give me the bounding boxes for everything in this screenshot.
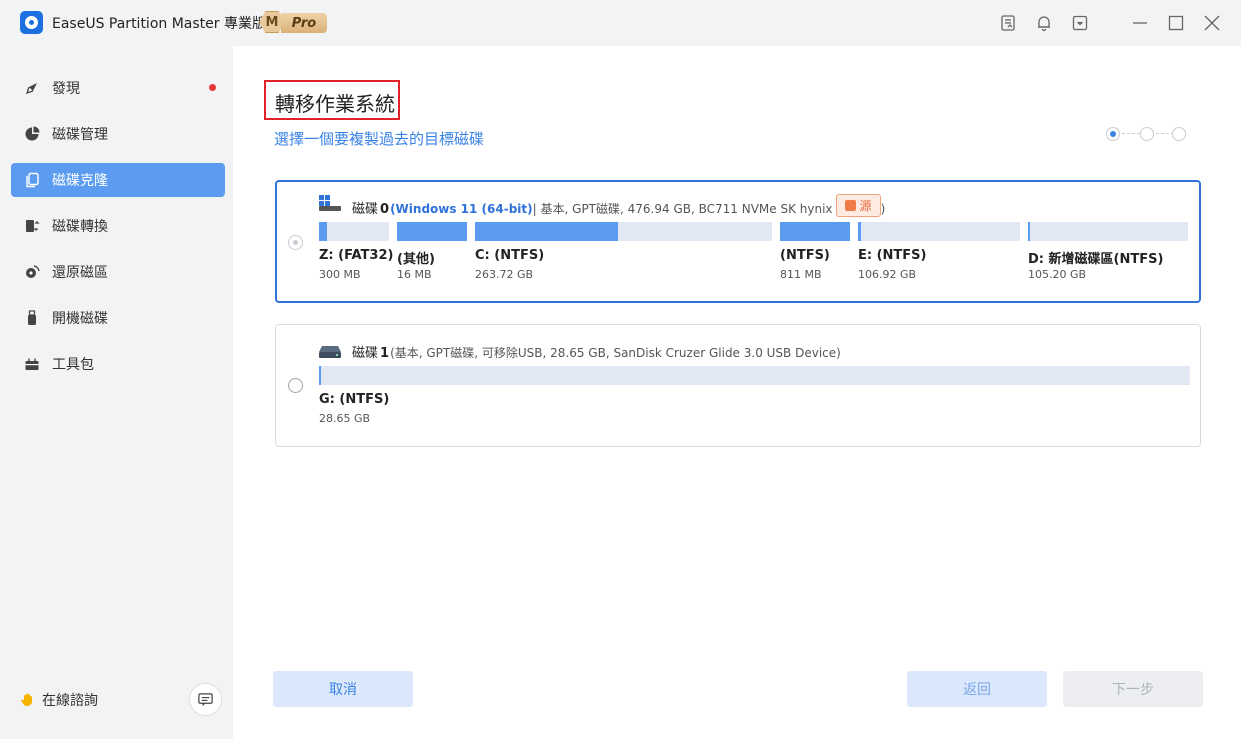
next-button[interactable]: 下一步 [1063, 671, 1203, 707]
sidebar-item-boot-disk[interactable]: 開機磁碟 [11, 301, 225, 335]
step-3 [1172, 127, 1186, 141]
online-consult-label: 在線諮詢 [42, 693, 98, 709]
partition-name: C: (NTFS) [475, 248, 545, 263]
clone-icon [23, 171, 41, 189]
partition-size: 28.65 GB [319, 412, 371, 425]
app-title: EaseUS Partition Master 專業版 [52, 16, 266, 32]
disk-0-name: 磁碟 [352, 202, 379, 217]
windows-disk-icon [319, 195, 341, 211]
sidebar-item-label: 發現 [52, 81, 80, 97]
partition-bar [1028, 222, 1188, 241]
back-button[interactable]: 返回 [907, 671, 1047, 707]
partition-size: 811 MB [780, 268, 822, 281]
title-bar: EaseUS Partition Master 專業版 M Pro [0, 0, 1241, 46]
partition-used-fill [319, 366, 321, 385]
sidebar-item-label: 磁碟轉換 [52, 219, 108, 235]
sidebar-item-label: 還原磁區 [52, 265, 108, 281]
source-tag: 源 [836, 194, 881, 217]
partition-size: 263.72 GB [475, 268, 534, 281]
waving-hand-icon [19, 691, 37, 709]
disk-1-name: 磁碟 [352, 346, 379, 361]
step-2 [1140, 127, 1154, 141]
notification-dot [209, 84, 216, 91]
partition-name: G: (NTFS) [319, 392, 390, 407]
notes-icon[interactable] [998, 13, 1018, 33]
partition-size: 105.20 GB [1028, 268, 1087, 281]
sidebar-item-label: 開機磁碟 [52, 311, 108, 327]
partition-name: (其他) [397, 252, 435, 267]
pro-badge-label: Pro [281, 13, 327, 33]
compass-icon [23, 79, 41, 97]
partition-used-fill [780, 222, 850, 241]
restore-icon [23, 263, 41, 281]
toolbox-icon [23, 355, 41, 373]
disk-1-details: (基本, GPT磁碟, 可移除USB, 28.65 GB, SanDisk Cr… [390, 346, 841, 360]
partition-size: 106.92 GB [858, 268, 917, 281]
partition-name: E: (NTFS) [858, 248, 927, 263]
convert-icon [23, 217, 41, 235]
sidebar-item-label: 工具包 [52, 357, 94, 373]
pie-icon [23, 125, 41, 143]
sidebar-item-disk-convert[interactable]: 磁碟轉換 [11, 209, 225, 243]
dropdown-icon[interactable] [1070, 13, 1090, 33]
partition-used-fill [1028, 222, 1030, 241]
drive-icon [319, 346, 341, 358]
partition-used-fill [858, 222, 861, 241]
disk-0-radio[interactable] [288, 235, 303, 250]
partition-name: D: 新增磁碟區(NTFS) [1028, 252, 1164, 267]
partition-used-fill [319, 222, 327, 241]
partition-used-fill [475, 222, 618, 241]
source-tag-icon [845, 200, 857, 211]
maximize-icon[interactable] [1166, 13, 1186, 33]
minimize-icon[interactable] [1130, 13, 1150, 33]
usb-icon [23, 309, 41, 327]
sidebar-item-disk-clone[interactable]: 磁碟克隆 [11, 163, 225, 197]
disk-0-os: (Windows 11 (64-bit) [390, 202, 533, 216]
sidebar-item-restore-partition[interactable]: 還原磁區 [11, 255, 225, 289]
partition-bar [319, 222, 389, 241]
disk-1-header: 磁碟 1 (基本, GPT磁碟, 可移除USB, 28.65 GB, SanDi… [352, 342, 841, 361]
sidebar-item-disk-management[interactable]: 磁碟管理 [11, 117, 225, 151]
partition-size: 16 MB [397, 268, 432, 281]
step-connector [1122, 133, 1140, 134]
partition-size: 300 MB [319, 268, 361, 281]
partition-bar [319, 366, 1190, 385]
disk-1-radio[interactable] [288, 378, 303, 393]
sidebar-item-label: 磁碟克隆 [52, 173, 108, 189]
online-consult-link[interactable]: 在線諮詢 [19, 690, 98, 710]
chat-button[interactable] [189, 683, 222, 716]
page-subtitle: 選擇一個要複製過去的目標磁碟 [274, 130, 485, 148]
bell-icon[interactable] [1034, 13, 1054, 33]
sidebar-item-label: 磁碟管理 [52, 127, 108, 143]
disk-1-number: 1 [380, 346, 390, 361]
partition-used-fill [397, 222, 467, 241]
step-1 [1106, 127, 1120, 141]
partition-name: Z: (FAT32) [319, 248, 394, 263]
disk-0-number: 0 [380, 202, 390, 217]
disk-0-details: | 基本, GPT磁碟, 476.94 GB, BC711 NVMe SK hy… [532, 202, 886, 216]
cancel-button[interactable]: 取消 [273, 671, 413, 707]
sidebar-item-discover[interactable]: 發現 [11, 71, 225, 105]
sidebar-item-toolkit[interactable]: 工具包 [11, 347, 225, 381]
step-indicator [1106, 126, 1190, 142]
disk-0-header: 磁碟 0 (Windows 11 (64-bit) | 基本, GPT磁碟, 4… [352, 198, 885, 217]
page-title: 轉移作業系統 [264, 80, 400, 120]
chat-icon [198, 693, 213, 707]
partition-bar [858, 222, 1020, 241]
source-tag-label: 源 [859, 199, 872, 213]
close-icon[interactable] [1202, 13, 1222, 33]
partition-name: (NTFS) [780, 248, 830, 263]
app-logo-icon [20, 11, 43, 34]
